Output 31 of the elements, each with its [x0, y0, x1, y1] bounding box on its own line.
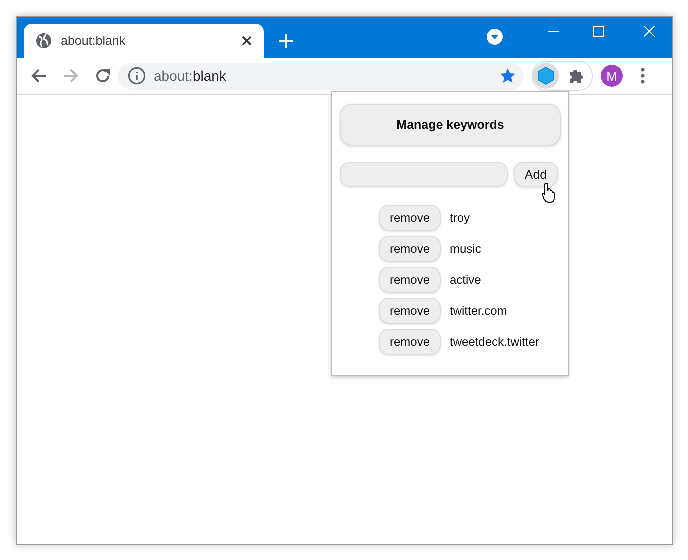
- menu-icon[interactable]: [641, 68, 645, 84]
- hand-cursor-icon: [542, 182, 558, 204]
- keyword-label: tweetdeck.twitter: [450, 335, 540, 349]
- profile-avatar[interactable]: M: [601, 65, 623, 87]
- maximize-icon[interactable]: [593, 26, 604, 37]
- keyword-label: active: [450, 273, 482, 287]
- tab-title: about:blank: [61, 34, 127, 48]
- plus-icon[interactable]: [279, 34, 293, 48]
- keyword-label: twitter.com: [450, 304, 508, 318]
- remove-button[interactable]: remove: [379, 298, 441, 324]
- back-icon[interactable]: [31, 68, 47, 84]
- address-text: about:blank: [154, 68, 226, 84]
- keyword-label: music: [450, 242, 482, 256]
- manage-keywords-button[interactable]: Manage keywords: [340, 104, 561, 146]
- dropdown-icon[interactable]: [487, 28, 503, 44]
- remove-button[interactable]: remove: [379, 267, 441, 293]
- globe-icon: [36, 33, 52, 49]
- extension-button[interactable]: [533, 63, 559, 89]
- add-button[interactable]: Add: [514, 162, 558, 187]
- keyword-label: troy: [450, 211, 470, 225]
- info-icon[interactable]: [128, 67, 146, 85]
- remove-button[interactable]: remove: [379, 205, 441, 231]
- remove-button[interactable]: remove: [379, 236, 441, 262]
- address-bar[interactable]: about:blank: [118, 62, 524, 90]
- remove-button[interactable]: remove: [379, 329, 441, 355]
- browser-tab[interactable]: about:blank: [24, 24, 264, 58]
- reload-icon[interactable]: [95, 68, 111, 84]
- puzzle-icon[interactable]: [568, 68, 584, 84]
- close-icon[interactable]: [242, 36, 252, 46]
- star-icon[interactable]: [500, 68, 516, 84]
- keyword-input[interactable]: [340, 162, 508, 187]
